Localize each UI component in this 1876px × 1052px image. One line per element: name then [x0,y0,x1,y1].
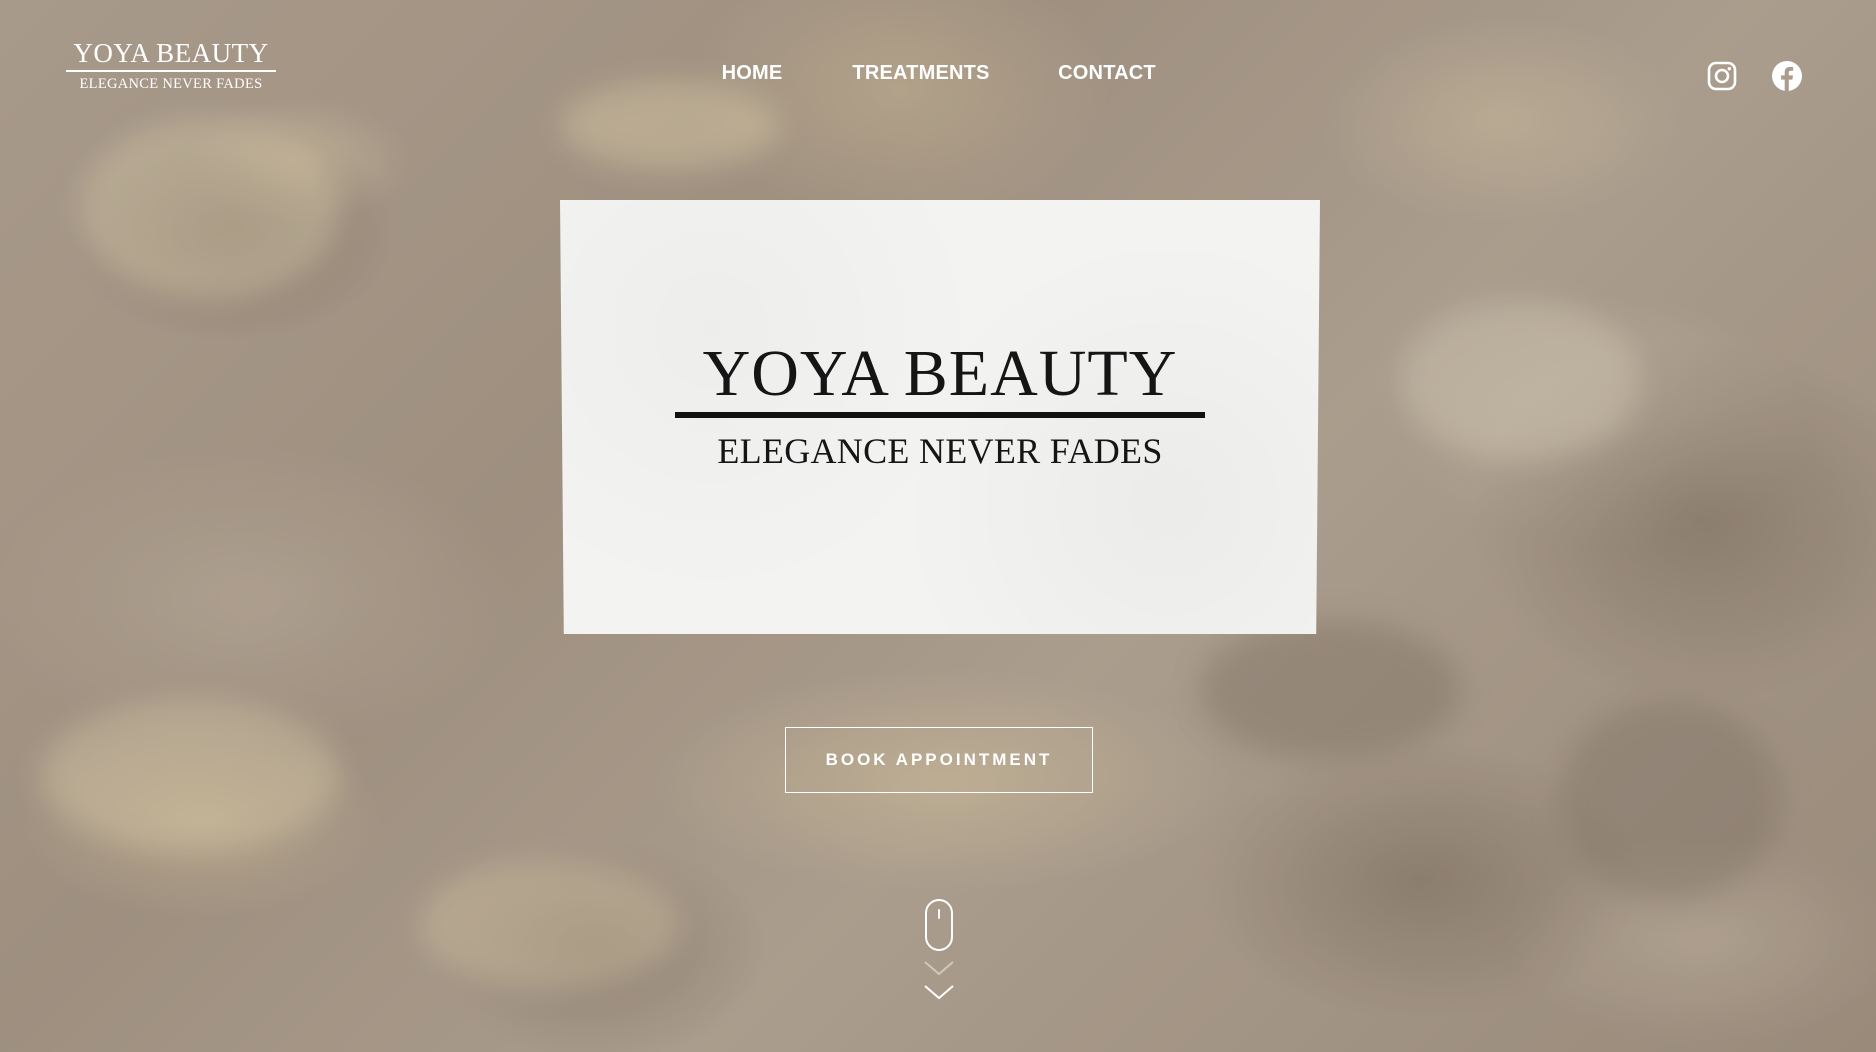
card-title: YOYA BEAUTY [702,337,1178,410]
hero-logo-card: YOYA BEAUTY ELEGANCE NEVER FADES [560,200,1320,634]
main-nav: HOME TREATMENTS CONTACT [0,62,1876,92]
chevron-down-icon [924,961,954,1000]
instagram-icon[interactable] [1706,60,1738,92]
scroll-down-indicator[interactable] [920,898,958,1004]
nav-contact[interactable]: CONTACT [1058,62,1156,85]
card-divider [675,412,1205,418]
book-appointment-button[interactable]: BOOK APPOINTMENT [785,727,1093,793]
facebook-icon[interactable] [1771,60,1803,92]
card-subtitle: ELEGANCE NEVER FADES [717,431,1163,471]
mouse-icon [925,899,953,951]
nav-home[interactable]: HOME [722,62,783,85]
card-logo: YOYA BEAUTY ELEGANCE NEVER FADES [560,338,1320,472]
nav-treatments[interactable]: TREATMENTS [852,62,989,85]
